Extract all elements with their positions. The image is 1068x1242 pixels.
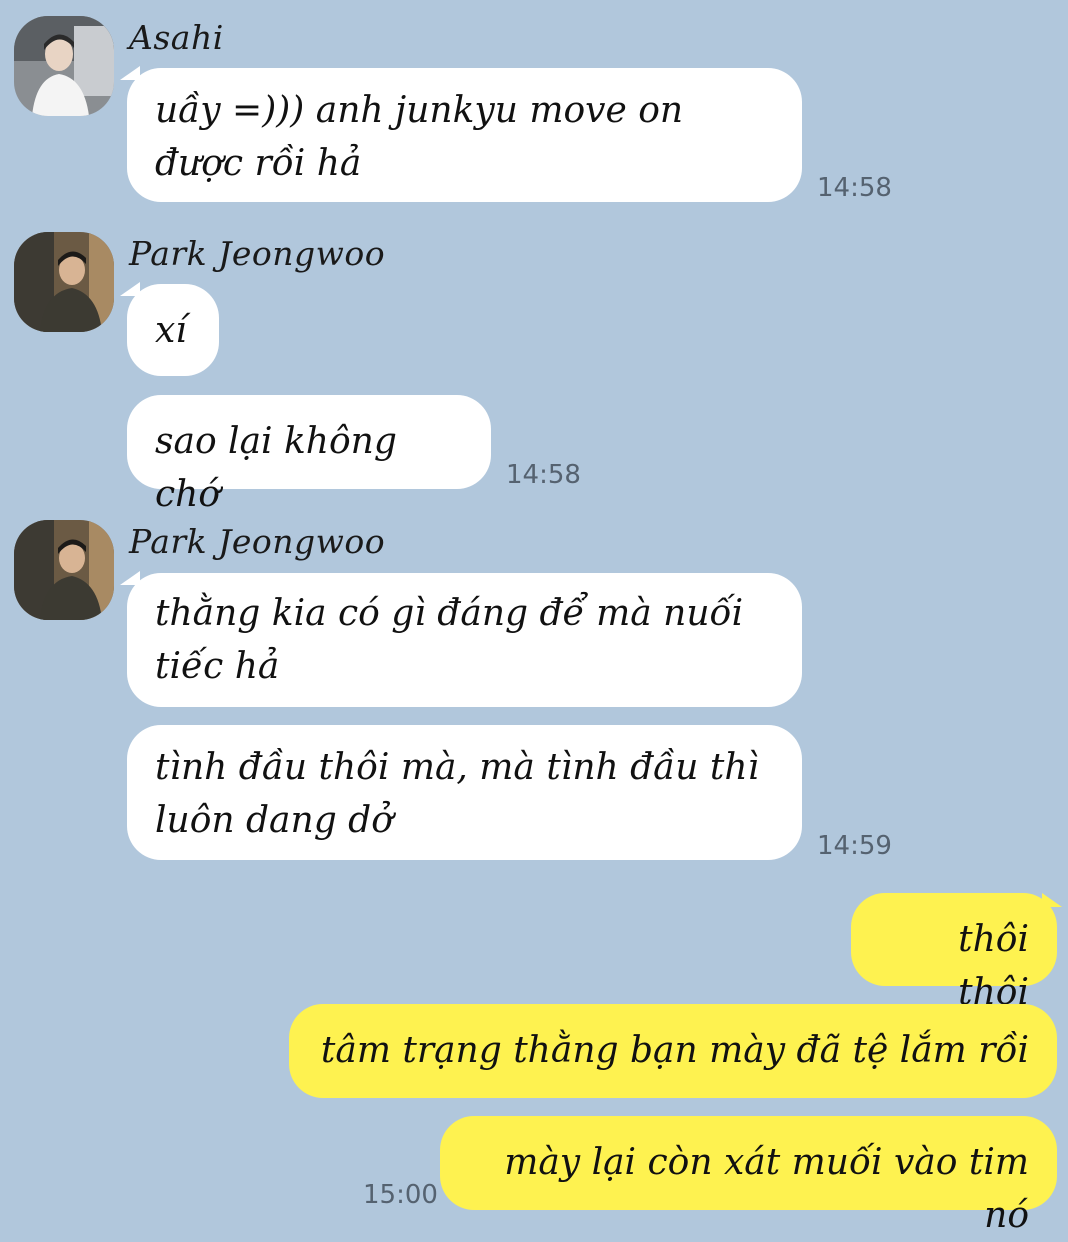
sender-name: Asahi — [129, 18, 224, 57]
message-text: uầy =))) anh junkyu move on được rồi hả — [155, 90, 684, 184]
avatar-asahi[interactable] — [14, 16, 114, 116]
message-text: thằng kia có gì đáng để mà nuối tiếc hả — [155, 593, 744, 687]
message-time: 14:58 — [506, 460, 581, 490]
message-text: sao lại không chớ — [155, 421, 397, 515]
sender-name: Park Jeongwoo — [129, 522, 386, 561]
outgoing-bubble[interactable]: mày lại còn xát muối vào tim nó — [440, 1116, 1057, 1236]
message-text: tình đầu thôi mà, mà tình đầu thì luôn d… — [155, 747, 760, 841]
message-text: tâm trạng thằng bạn mày đã tệ lắm rồi — [320, 1030, 1029, 1071]
sender-name: Park Jeongwoo — [129, 234, 386, 273]
message-text: mày lại còn xát muối vào tim nó — [504, 1142, 1029, 1236]
outgoing-bubble[interactable]: thôi thôi — [851, 893, 1057, 1013]
message-time: 15:00 — [363, 1180, 438, 1210]
message-bubble[interactable]: uầy =))) anh junkyu move on được rồi hả — [127, 68, 802, 202]
message-time: 14:59 — [817, 831, 892, 861]
outgoing-bubble[interactable]: tâm trạng thằng bạn mày đã tệ lắm rồi — [289, 1004, 1057, 1098]
message-bubble[interactable]: sao lại không chớ — [127, 395, 491, 515]
message-time: 14:58 — [817, 173, 892, 203]
avatar-park-jeongwoo[interactable] — [14, 232, 114, 332]
message-bubble[interactable]: tình đầu thôi mà, mà tình đầu thì luôn d… — [127, 725, 802, 860]
message-text: thôi thôi — [958, 919, 1029, 1013]
message-bubble[interactable]: thằng kia có gì đáng để mà nuối tiếc hả — [127, 573, 802, 707]
message-bubble[interactable]: xí — [127, 284, 219, 376]
avatar-park-jeongwoo[interactable] — [14, 520, 114, 620]
message-text: xí — [155, 310, 187, 351]
